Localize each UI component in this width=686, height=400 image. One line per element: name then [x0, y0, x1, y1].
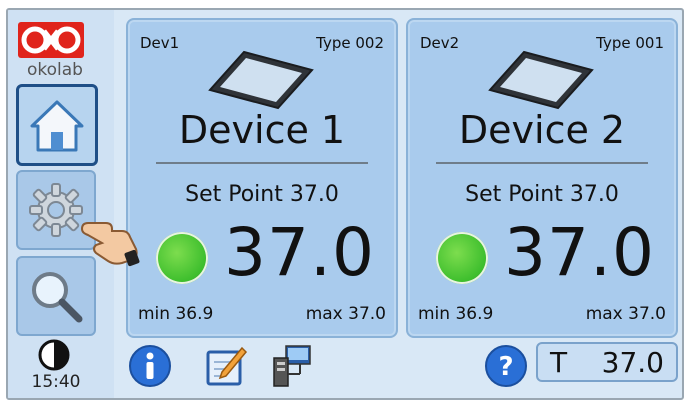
network-icon[interactable] — [270, 344, 314, 388]
divider — [156, 162, 368, 164]
device-name: Device 2 — [458, 108, 626, 152]
device-type: Type 001 — [596, 34, 664, 52]
temperature-readout[interactable]: T 37.0 — [536, 342, 678, 382]
svg-text:?: ? — [498, 352, 513, 382]
screen: okolab 15:40 Dev1 Type 002 Device 1 Set … — [6, 8, 684, 400]
magnifier-icon — [32, 272, 83, 323]
device-id: Dev1 — [140, 34, 180, 52]
logo-text: okolab — [27, 60, 83, 80]
temperature-value: 37.0 — [601, 345, 664, 379]
tablet-icon — [208, 50, 314, 110]
tablet-icon — [488, 50, 594, 110]
max-value: max 37.0 — [585, 304, 666, 324]
device-card-2[interactable]: Dev2 Type 001 Device 2 Set Point 37.0 37… — [406, 18, 678, 338]
divider — [436, 162, 648, 164]
info-icon[interactable] — [128, 344, 172, 388]
status-indicator — [156, 232, 208, 284]
device-type: Type 002 — [316, 34, 384, 52]
gear-icon — [29, 183, 83, 237]
set-point: Set Point 37.0 — [465, 182, 619, 207]
temperature-label: T — [550, 345, 568, 379]
min-value: min 36.9 — [138, 304, 214, 324]
hand-pointer-icon — [80, 222, 140, 267]
device-id: Dev2 — [420, 34, 460, 52]
device-name: Device 1 — [178, 108, 346, 152]
search-button[interactable] — [16, 256, 96, 336]
set-point: Set Point 37.0 — [185, 182, 339, 207]
current-value: 37.0 — [224, 214, 375, 291]
home-button[interactable] — [16, 84, 98, 166]
help-icon[interactable]: ? — [484, 344, 528, 388]
home-icon — [30, 100, 84, 152]
min-value: min 36.9 — [418, 304, 494, 324]
current-value: 37.0 — [504, 214, 655, 291]
max-value: max 37.0 — [305, 304, 386, 324]
clock: 15:40 — [31, 372, 81, 392]
edit-icon[interactable] — [204, 344, 248, 388]
status-indicator — [436, 232, 488, 284]
device-card-1[interactable]: Dev1 Type 002 Device 1 Set Point 37.0 37… — [126, 18, 398, 338]
contrast-icon[interactable] — [37, 338, 71, 372]
sidebar: okolab 15:40 — [8, 10, 114, 398]
